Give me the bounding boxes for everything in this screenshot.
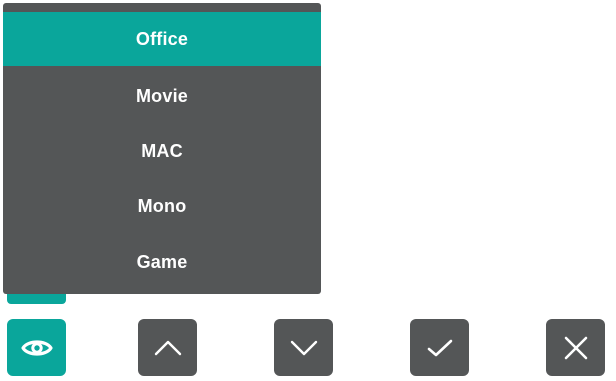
menu-item-label: Office bbox=[135, 28, 189, 49]
menu-item-label: Game bbox=[136, 251, 188, 272]
chevron-up-icon bbox=[153, 338, 183, 358]
close-icon bbox=[562, 334, 590, 362]
exit-button[interactable] bbox=[546, 319, 605, 376]
confirm-button[interactable] bbox=[410, 319, 469, 376]
menu-item-label: Movie bbox=[135, 85, 188, 106]
menu-item-mac[interactable]: MAC bbox=[3, 124, 321, 178]
view-button[interactable] bbox=[7, 319, 66, 376]
menu-item-movie[interactable]: Movie bbox=[3, 69, 321, 123]
menu-item-label: MAC bbox=[141, 140, 183, 161]
up-button[interactable] bbox=[138, 319, 197, 376]
osd-screen: Office Movie MAC Mono Game bbox=[0, 0, 616, 381]
down-button[interactable] bbox=[274, 319, 333, 376]
menu-item-label: Mono bbox=[137, 195, 187, 216]
menu-item-mono[interactable]: Mono bbox=[3, 179, 321, 233]
preset-mode-menu: Office Movie MAC Mono Game bbox=[3, 3, 321, 294]
menu-item-game[interactable]: Game bbox=[3, 235, 321, 289]
eye-icon bbox=[20, 336, 54, 360]
check-icon bbox=[425, 336, 455, 360]
chevron-down-icon bbox=[289, 338, 319, 358]
menu-item-office[interactable]: Office bbox=[3, 12, 321, 66]
